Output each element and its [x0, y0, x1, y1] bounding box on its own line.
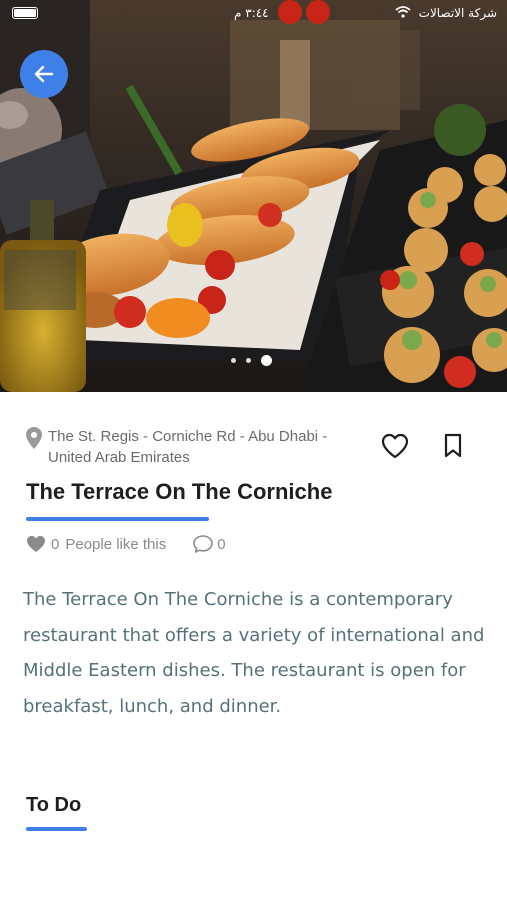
- location-pin-icon: [26, 427, 42, 449]
- address-text: The St. Regis - Corniche Rd - Abu Dhabi …: [48, 428, 328, 466]
- status-time: ٣:٤٤ م: [234, 6, 269, 20]
- place-details: The St. Regis - Corniche Rd - Abu Dhabi …: [0, 392, 507, 900]
- bookmark-button[interactable]: [442, 433, 464, 459]
- carousel-dot[interactable]: [246, 358, 251, 363]
- title-underline: [26, 517, 209, 521]
- battery-icon: [12, 7, 38, 19]
- wifi-icon: [395, 6, 411, 21]
- todo-underline: [26, 827, 87, 831]
- carousel-indicator[interactable]: [231, 355, 272, 366]
- likes-label: People like this: [65, 535, 167, 553]
- arrow-left-icon: [34, 65, 54, 83]
- likes-count: 0: [51, 535, 60, 553]
- status-bar: ٣:٤٤ م شركة الاتصالات: [0, 0, 507, 28]
- place-description: The Terrace On The Corniche is a contemp…: [23, 589, 485, 717]
- comments-count: 0: [217, 535, 226, 553]
- bookmark-outline-icon: [444, 433, 462, 458]
- todo-section-title: To Do: [26, 794, 82, 816]
- food-photo: [0, 0, 507, 392]
- place-title: The Terrace On The Corniche: [26, 479, 333, 504]
- heart-filled-icon[interactable]: [26, 535, 46, 553]
- address-row: The St. Regis - Corniche Rd - Abu Dhabi …: [26, 426, 366, 468]
- favorite-button[interactable]: [381, 433, 409, 459]
- carrier-name: شركة الاتصالات: [418, 6, 497, 20]
- carousel-dot[interactable]: [231, 358, 236, 363]
- carousel-dot-active[interactable]: [261, 355, 272, 366]
- engagement-stats: 0 People like this 0: [26, 534, 226, 554]
- heart-outline-icon: [381, 433, 409, 459]
- hero-image[interactable]: [0, 0, 507, 392]
- comment-icon[interactable]: [192, 534, 214, 554]
- back-button[interactable]: [20, 50, 68, 98]
